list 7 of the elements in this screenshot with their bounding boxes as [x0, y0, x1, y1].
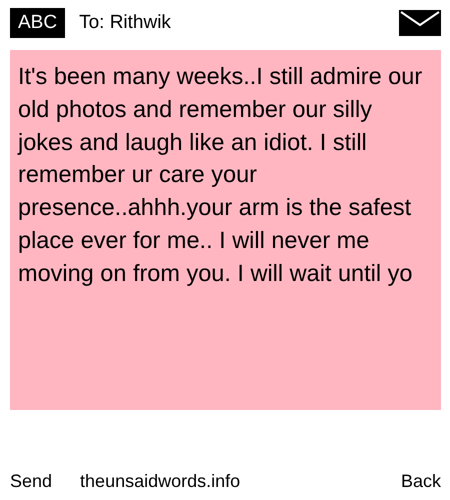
message-text[interactable]: It's been many weeks..I still admire our old photos and remember our silly jokes and laugh like an idiot. I still remember ur care your presence..ahhh.your arm is the safest place ever for me.. I will never me moving on from you. I will wait until yo — [10, 50, 441, 410]
recipient-label: To: Rithwik — [79, 12, 172, 34]
site-label: theunsaidwords.info — [80, 471, 242, 492]
send-softkey[interactable]: Send — [10, 471, 52, 492]
input-mode-badge: ABC — [10, 8, 66, 38]
envelope-icon — [399, 10, 441, 36]
back-softkey[interactable]: Back — [400, 471, 441, 492]
